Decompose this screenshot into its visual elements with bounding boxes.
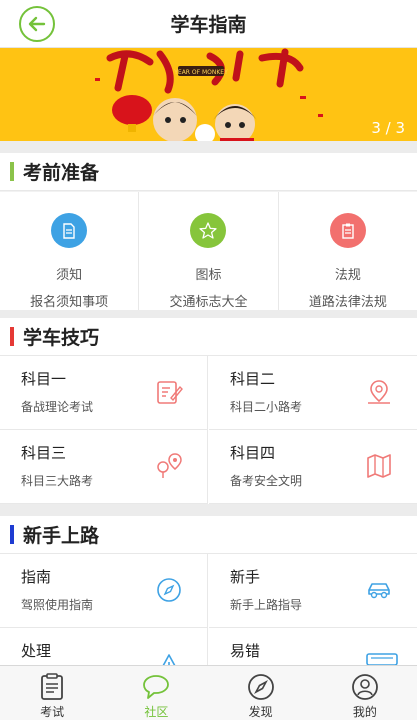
newbie-title: 新手: [230, 568, 261, 586]
star-icon: [190, 213, 227, 248]
section-marker: [10, 327, 14, 346]
section-header-newbie: 新手上路: [0, 516, 417, 554]
skill-subtitle: 备考安全文明: [230, 474, 303, 488]
banner-text: YEAR OF MONKEY: [173, 69, 228, 76]
prep-item-name: 须知: [56, 268, 83, 283]
newbie-title: 处理: [21, 642, 52, 660]
clipboard-icon: [329, 213, 366, 248]
newbie-subtitle: 驾照使用指南: [21, 598, 94, 612]
prep-item-signs[interactable]: 图标 交通标志大全: [139, 192, 279, 310]
prep-item-laws[interactable]: 法规 道路法律法规: [279, 192, 417, 310]
section-marker: [10, 525, 14, 544]
prep-item-name: 图标: [195, 268, 222, 283]
skill-item-subject1[interactable]: 科目一 备战理论考试: [0, 356, 208, 430]
section-title: 新手上路: [23, 525, 100, 547]
banner-carousel[interactable]: YEAR OF MONKEY 3 / 3: [0, 48, 417, 141]
banner-page-indicator: 3 / 3: [371, 119, 405, 137]
skill-title: 科目四: [230, 444, 276, 462]
newbie-item-mistakes[interactable]: 易错: [209, 628, 417, 665]
tab-discover[interactable]: 发现: [209, 666, 313, 720]
newbie-item-novice[interactable]: 新手 新手上路指导: [209, 554, 417, 628]
tab-exam[interactable]: 考试: [0, 666, 104, 720]
prep-item-desc: 道路法律法规: [308, 295, 387, 310]
warning-icon: [162, 654, 176, 665]
skill-title: 科目二: [230, 370, 276, 388]
skill-subtitle: 科目三大路考: [21, 474, 94, 488]
section-marker: [10, 162, 14, 181]
edit-note-icon: [157, 381, 183, 404]
chat-bubble-icon: [143, 675, 170, 699]
tab-label: 考试: [40, 705, 65, 719]
document-icon: [51, 213, 88, 248]
header: 学车指南: [0, 0, 417, 48]
skill-title: 科目一: [21, 370, 67, 388]
skill-subtitle: 科目二小路考: [230, 400, 303, 414]
divider: [0, 310, 417, 318]
user-icon: [351, 674, 378, 700]
prep-grid: 须知 报名须知事项 图标 交通标志大全 法规 道路法律法规: [0, 192, 417, 310]
route-pins-icon: [157, 453, 182, 478]
car-icon: [368, 583, 390, 599]
section-title: 学车技巧: [23, 327, 100, 349]
map-icon: [367, 454, 391, 478]
compass-icon: [157, 578, 181, 602]
section-title: 考前准备: [23, 162, 100, 184]
prep-item-desc: 报名须知事项: [30, 295, 109, 310]
tab-label: 社区: [144, 705, 169, 719]
tab-mine[interactable]: 我的: [313, 666, 417, 720]
skill-subtitle: 备战理论考试: [21, 400, 94, 414]
newbie-title: 指南: [21, 568, 52, 586]
divider: [0, 504, 417, 516]
section-header-skills: 学车技巧: [0, 318, 417, 356]
prep-item-notice[interactable]: 须知 报名须知事项: [0, 192, 140, 310]
skill-title: 科目三: [21, 444, 67, 462]
page-title: 学车指南: [170, 14, 247, 36]
bottom-tab-bar: 考试 社区 发现 我的: [0, 665, 417, 720]
banner-image: YEAR OF MONKEY: [0, 48, 417, 141]
newbie-item-handle[interactable]: 处理: [0, 628, 208, 665]
location-pin-icon: [368, 380, 390, 404]
bus-icon: [366, 653, 398, 665]
newbie-title: 易错: [230, 642, 261, 660]
prep-item-name: 法规: [334, 268, 361, 283]
exam-icon: [41, 673, 64, 700]
divider: [0, 141, 417, 153]
tab-community[interactable]: 社区: [104, 666, 208, 720]
compass-icon: [247, 674, 274, 700]
newbie-subtitle: 新手上路指导: [230, 598, 303, 612]
skill-item-subject2[interactable]: 科目二 科目二小路考: [209, 356, 417, 430]
back-arrow-icon: [28, 16, 46, 32]
tab-label: 发现: [248, 705, 273, 719]
newbie-grid: 指南 驾照使用指南 新手 新手上路指导 处理 易错: [0, 554, 417, 665]
prep-item-desc: 交通标志大全: [169, 295, 248, 310]
newbie-item-guide[interactable]: 指南 驾照使用指南: [0, 554, 208, 628]
tab-label: 我的: [352, 705, 377, 719]
back-button[interactable]: [19, 6, 55, 42]
skills-grid: 科目一 备战理论考试 科目二 科目二小路考 科目三 科目三大路考 科目四 备考安…: [0, 356, 417, 504]
skill-item-subject4[interactable]: 科目四 备考安全文明: [209, 430, 417, 504]
section-header-prep: 考前准备: [0, 153, 417, 191]
app-screen: 学车指南 YEAR OF MONKEY 3 / 3 考前准备 须知 报名须知事项…: [0, 0, 417, 720]
skill-item-subject3[interactable]: 科目三 科目三大路考: [0, 430, 208, 504]
